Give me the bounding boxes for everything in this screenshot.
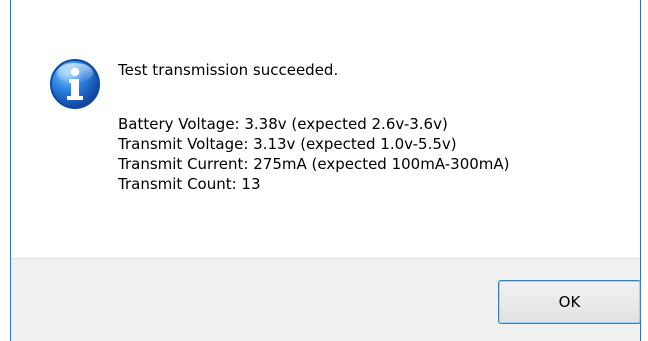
battery-voltage-line: Battery Voltage: 3.38v (expected 2.6v-3.… — [118, 115, 448, 133]
transmit-current-line: Transmit Current: 275mA (expected 100mA-… — [118, 155, 510, 173]
transmit-count-line: Transmit Count: 13 — [118, 175, 261, 193]
dialog-footer: OK — [11, 258, 641, 341]
transmit-voltage-line: Transmit Voltage: 3.13v (expected 1.0v-5… — [118, 135, 457, 153]
message-dialog: Test transmission succeeded. Battery Vol… — [0, 0, 648, 341]
message-text: Test transmission succeeded. Battery Vol… — [118, 60, 618, 194]
ok-button[interactable]: OK — [498, 280, 641, 324]
dialog-message-title: Test transmission succeeded. — [118, 61, 339, 79]
information-icon — [50, 59, 100, 109]
